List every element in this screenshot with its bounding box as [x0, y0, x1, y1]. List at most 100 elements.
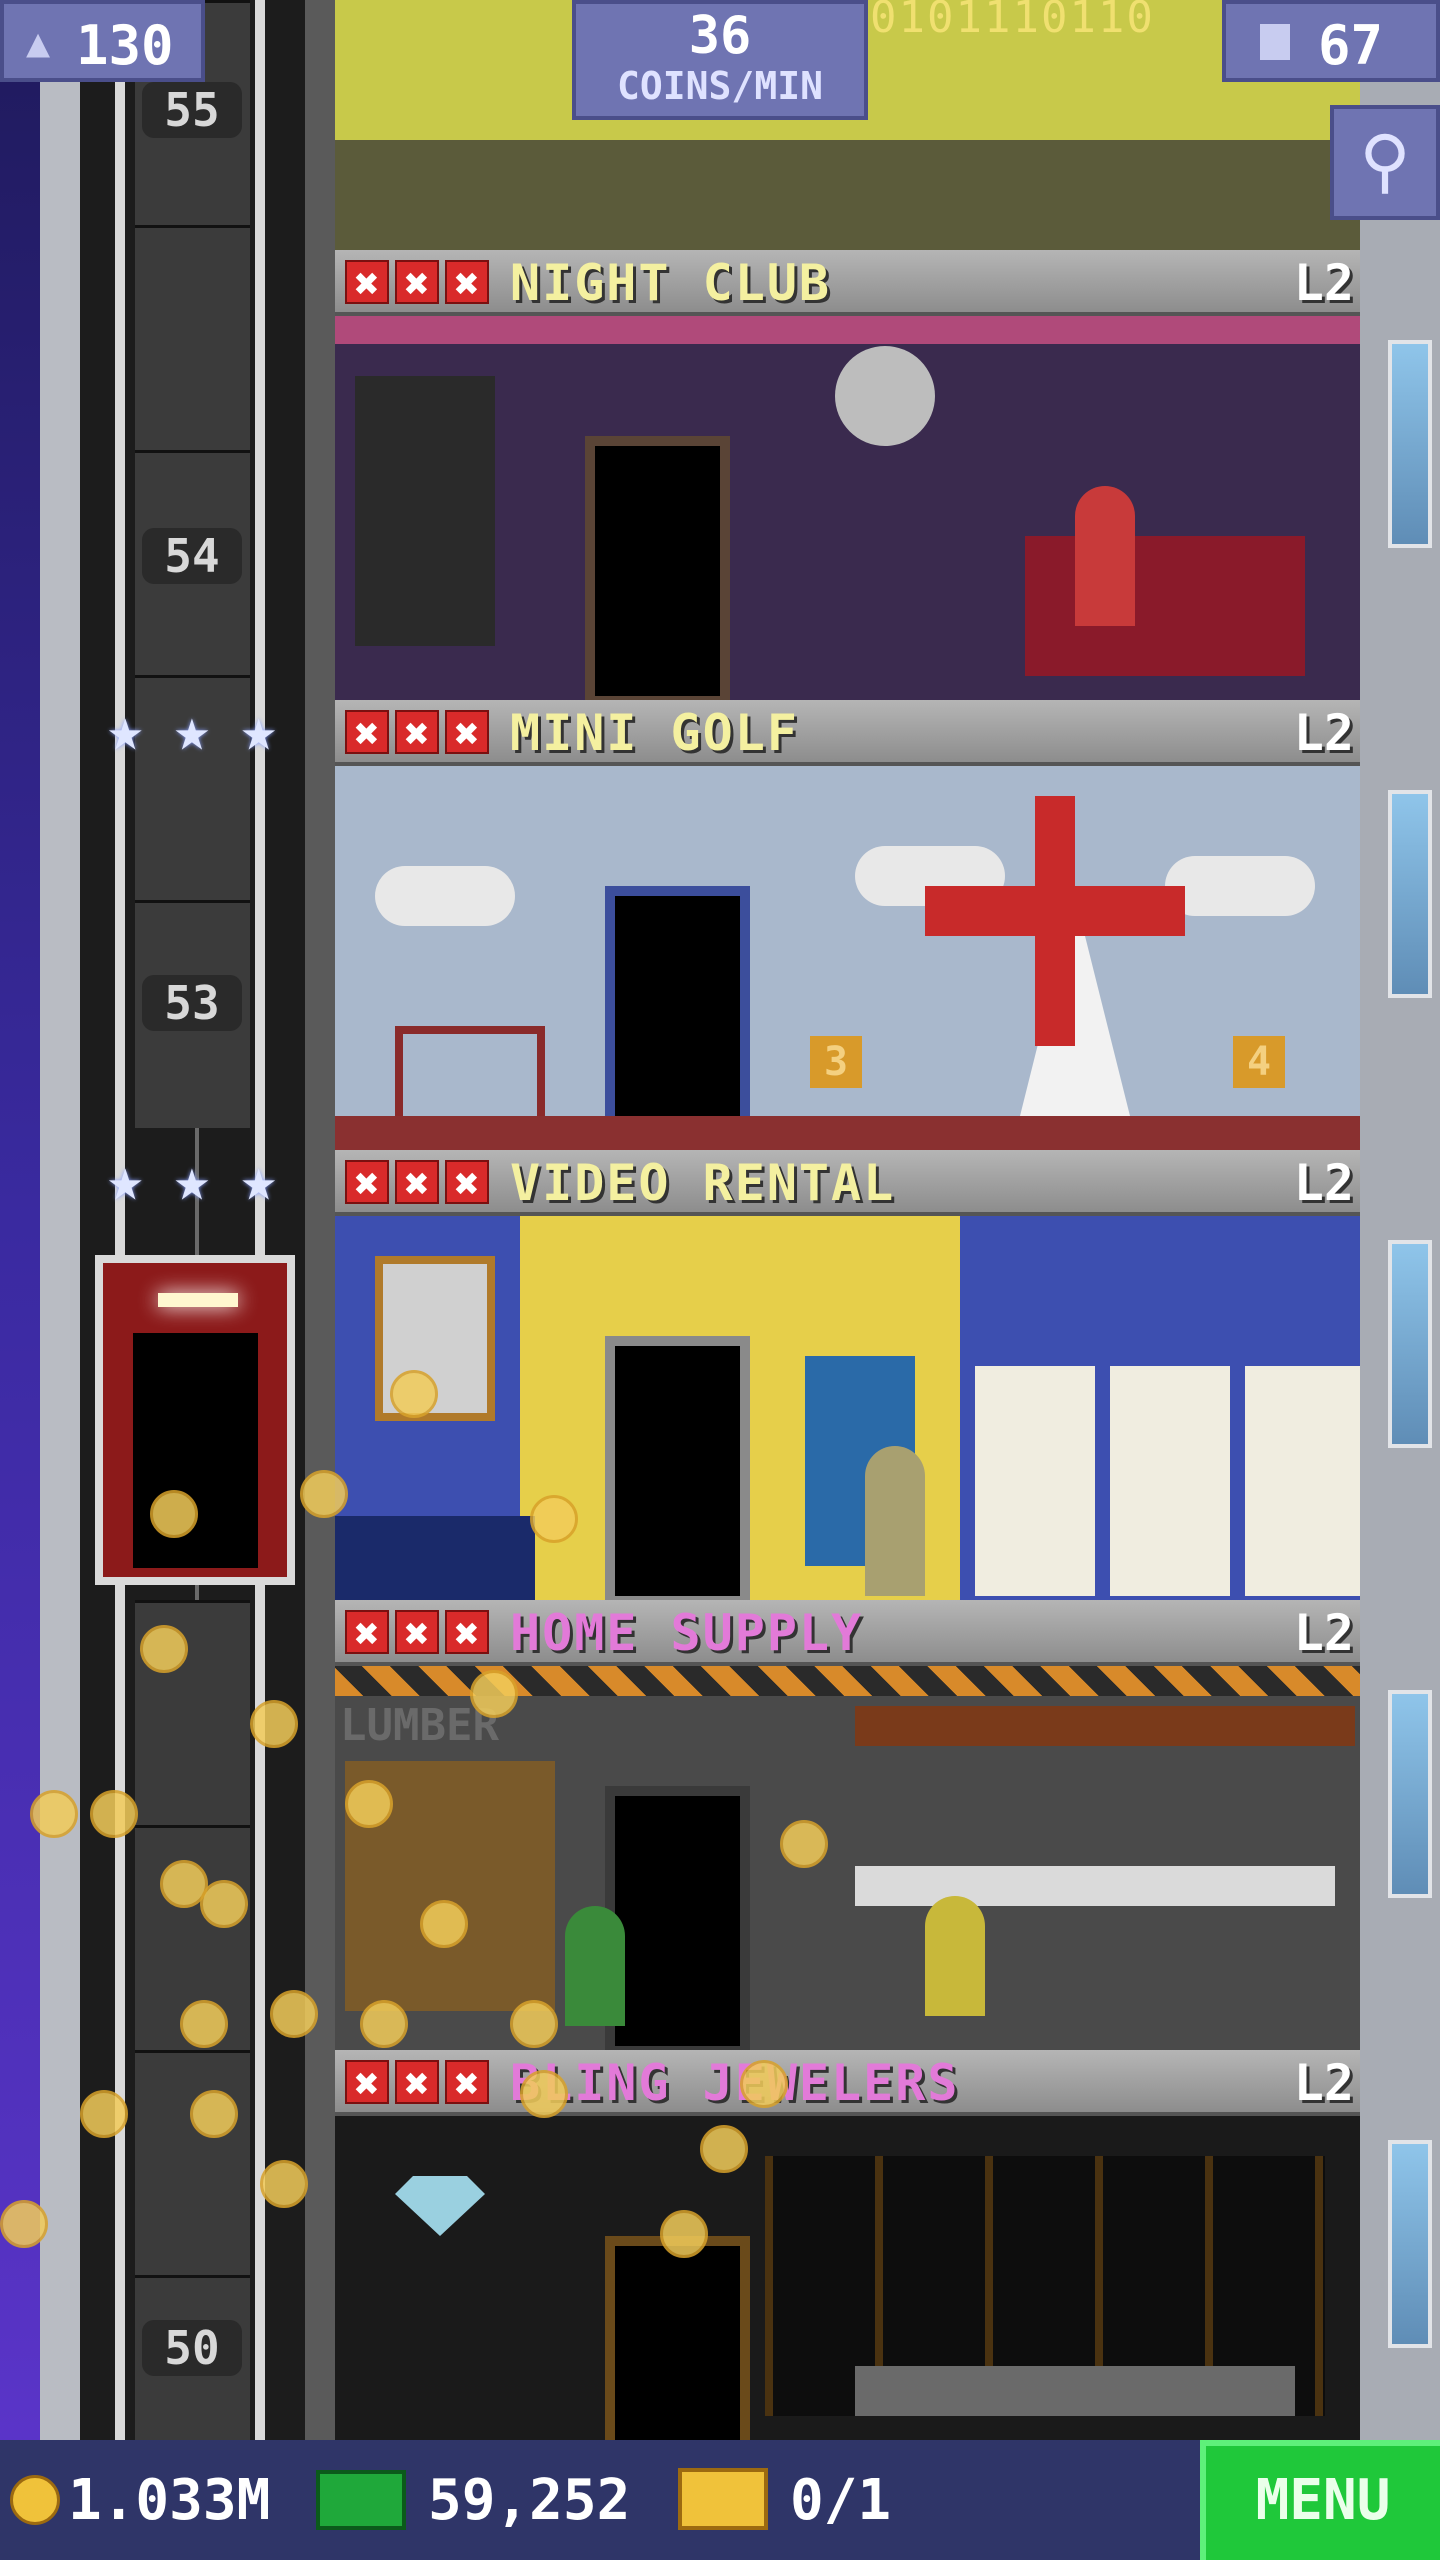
x-mark-icon: ✖ [445, 2060, 489, 2106]
coin-particle [30, 1790, 78, 1838]
bottom-status-bar: 1.033M 59,252 0/1 MENU [0, 2440, 1440, 2560]
tenant [1075, 486, 1135, 626]
floor-name: NIGHT CLUB [510, 254, 832, 312]
shaft-rail-left [115, 0, 125, 2440]
golf-hole-sign: 4 [1233, 1036, 1285, 1088]
x-mark-icon: ✖ [445, 260, 489, 306]
shaft-segment [135, 225, 250, 453]
tickets-count: 0/1 [790, 2468, 892, 2533]
floor-video-rental[interactable]: ✖ ✖ ✖ VIDEO RENTAL L2 [335, 1150, 1360, 1600]
coins-per-minute-label: COINS/MIN [617, 64, 823, 108]
cloud-decoration [1165, 856, 1315, 916]
x-mark-icon: ✖ [445, 1160, 489, 1206]
floor-header: ✖ ✖ ✖ HOME SUPPLY L2 [335, 1600, 1360, 1666]
coin-particle [80, 2090, 128, 2138]
binary-text: 0101110110 [870, 0, 1155, 43]
floor-name: VIDEO RENTAL [510, 1154, 896, 1212]
x-mark-icon: ✖ [445, 1610, 489, 1656]
room-door [605, 1336, 750, 1600]
coin-particle [140, 1625, 188, 1673]
floor-level: L2 [1293, 1604, 1354, 1662]
x-mark-icon: ✖ [395, 1610, 439, 1656]
floor-name: BLING JEWELERS [510, 2054, 960, 2112]
coin-particle [520, 2070, 568, 2118]
elevator-stars-row: ★ ★ ★ [92, 700, 292, 760]
room-video-rental [335, 1216, 1360, 1600]
coin-particle [360, 2000, 408, 2048]
elevator-door [133, 1333, 258, 1568]
elevator-stars-row: ★ ★ ★ [92, 1150, 292, 1210]
coin-particle [530, 1495, 578, 1543]
floor-name: HOME SUPPLY [510, 1604, 864, 1662]
floor-count-value: 67 [1318, 14, 1384, 77]
floor-home-supply[interactable]: ✖ ✖ ✖ HOME SUPPLY L2 LUMBER [335, 1600, 1360, 2050]
sky-background [0, 0, 40, 2440]
floor-counter[interactable]: 67 [1222, 0, 1440, 82]
population-counter[interactable]: ▲ 130 [0, 0, 205, 82]
shaft-floor-number: 50 [142, 2320, 242, 2376]
person-icon: ▲ [26, 20, 51, 66]
room-door [605, 1786, 750, 2050]
x-mark-icon: ✖ [395, 1160, 439, 1206]
floor-header: ✖ ✖ ✖ NIGHT CLUB L2 [335, 250, 1360, 316]
elevator-shaft[interactable]: 55 54 53 50 ★ ★ ★ ★ ★ ★ [80, 0, 305, 2443]
coin-particle [90, 1790, 138, 1838]
x-mark-icon: ✖ [395, 710, 439, 756]
counter [335, 1516, 535, 1600]
coin-particle [300, 1470, 348, 1518]
floor-level: L2 [1293, 254, 1354, 312]
shaft-segment [135, 2050, 250, 2278]
floor-header: ✖ ✖ ✖ MINI GOLF L2 [335, 700, 1360, 766]
menu-button[interactable]: MENU [1200, 2440, 1440, 2560]
coin-particle [740, 2060, 788, 2108]
elevator-light [158, 1293, 238, 1307]
shaft-floor-number: 53 [142, 975, 242, 1031]
coin-particle [200, 1880, 248, 1928]
golf-floor [335, 1116, 1360, 1150]
coins-per-minute-panel[interactable]: 36 COINS/MIN [572, 0, 868, 120]
room-night-club [335, 316, 1360, 700]
movie-shelf [1110, 1366, 1230, 1596]
room-door [605, 2236, 750, 2440]
club-sofa [1025, 536, 1305, 676]
windmill-blade [1035, 796, 1075, 1046]
coin-particle [180, 2000, 228, 2048]
club-ceiling [335, 316, 1360, 344]
coins-per-minute-value: 36 [688, 6, 752, 66]
x-mark-icon: ✖ [345, 1610, 389, 1656]
floor-level: L2 [1293, 704, 1354, 762]
star-icon: ★ [107, 1145, 144, 1215]
x-mark-icon: ✖ [345, 260, 389, 306]
coin-particle [270, 1990, 318, 2038]
club-bar-shelf [355, 376, 495, 646]
movie-shelf [1245, 1366, 1360, 1596]
display-counter [855, 2366, 1295, 2416]
elevator-car[interactable] [95, 1255, 295, 1585]
magnifier-icon: ⚲ [1359, 120, 1411, 202]
cloud-decoration [375, 866, 515, 926]
coin-particle [700, 2125, 748, 2173]
coin-particle [250, 1700, 298, 1748]
golf-rack [395, 1026, 545, 1126]
coins-total: 1.033M [68, 2468, 271, 2533]
search-button[interactable]: ⚲ [1330, 105, 1440, 220]
shaft-floor-number: 55 [142, 82, 242, 138]
coin-particle [345, 1780, 393, 1828]
coin-particle [420, 1900, 468, 1948]
floor-bling-jewelers[interactable]: ✖ ✖ ✖ BLING JEWELERS L2 [335, 2050, 1360, 2440]
floor-night-club[interactable]: ✖ ✖ ✖ NIGHT CLUB L2 [335, 250, 1360, 700]
disco-ball [835, 346, 935, 446]
tool-shelf [855, 1706, 1355, 1746]
tenant [925, 1896, 985, 2016]
window [1388, 1240, 1432, 1448]
coin-icon [10, 2475, 60, 2525]
floor-mini-golf[interactable]: ✖ ✖ ✖ MINI GOLF L2 3 4 [335, 700, 1360, 1150]
window [1388, 340, 1432, 548]
diamond-icon [395, 2176, 485, 2236]
tower-edge [305, 0, 335, 2440]
x-mark-icon: ✖ [345, 1160, 389, 1206]
x-mark-icon: ✖ [445, 710, 489, 756]
coin-particle [470, 1670, 518, 1718]
window [1388, 1690, 1432, 1898]
coin-particle [260, 2160, 308, 2208]
